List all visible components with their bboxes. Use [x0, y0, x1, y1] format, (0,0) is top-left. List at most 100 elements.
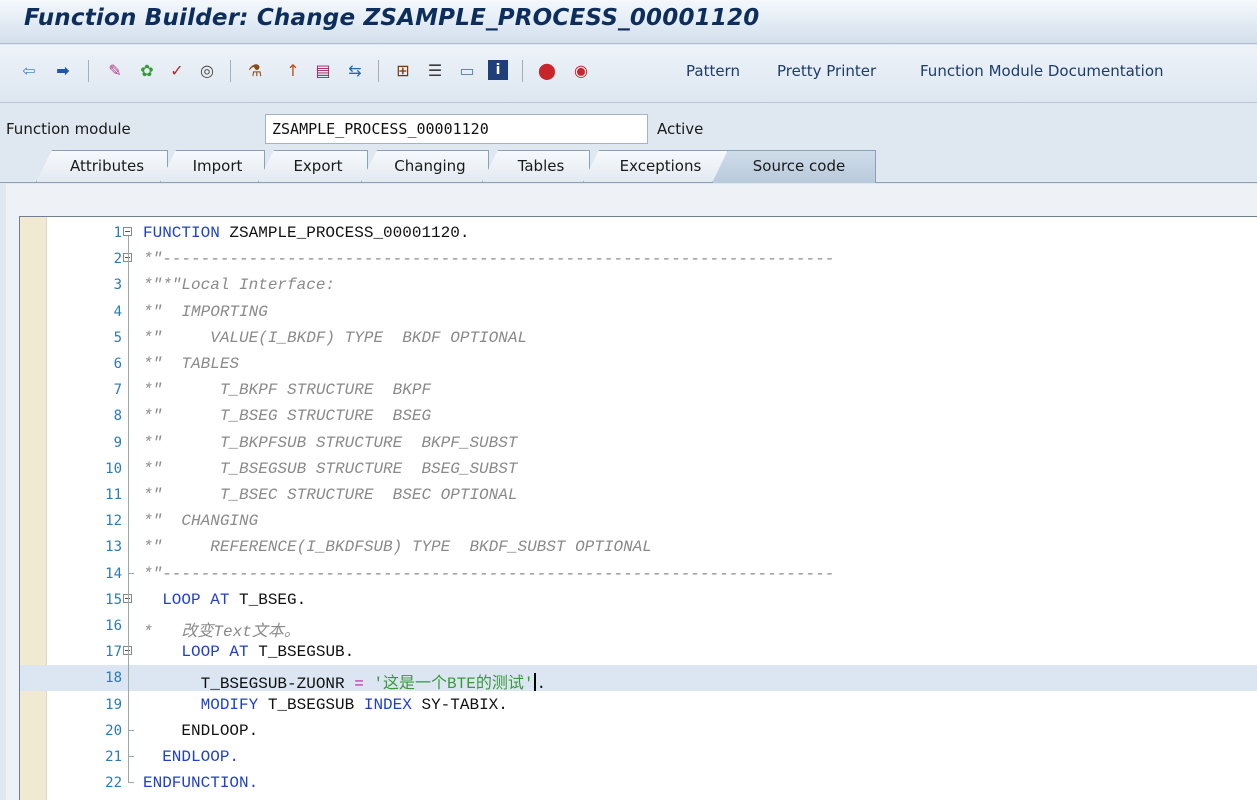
toolbar-separator — [88, 60, 89, 82]
fold-guide — [128, 729, 134, 731]
forward-arrow-icon[interactable]: ➡ — [52, 60, 74, 82]
external-breakpoint-icon[interactable]: ◉ — [570, 60, 592, 82]
code-token: *" REFERENCE(I_BKDFSUB) TYPE BKDF_SUBST … — [143, 538, 652, 557]
display-object-list-icon[interactable]: ▤ — [312, 60, 334, 82]
line-number: 4 — [113, 303, 122, 320]
code-token: ENDLOOP. — [143, 721, 259, 740]
check-icon[interactable]: ✓ — [166, 60, 188, 82]
pattern-button[interactable]: Pattern — [686, 62, 740, 80]
tab-exceptions[interactable]: Exceptions — [583, 150, 728, 182]
code-line[interactable]: 17 LOOP AT T_BSEGSUB. — [20, 639, 1257, 665]
line-number: 5 — [113, 329, 122, 346]
code-line[interactable]: 14 *"------------------------------------… — [20, 561, 1257, 587]
code-line[interactable]: 19 MODIFY T_BSEGSUB INDEX SY-TABIX. — [20, 692, 1257, 718]
code-line[interactable]: 20 ENDLOOP. — [20, 718, 1257, 744]
code-line[interactable]: 2 *"-------------------------------------… — [20, 246, 1257, 272]
code-line[interactable]: 6 *" TABLES — [20, 351, 1257, 377]
code-line[interactable]: 11 *" T_BSEC STRUCTURE BSEC OPTIONAL — [20, 482, 1257, 508]
code-token: *" IMPORTING — [143, 302, 268, 321]
pretty-printer-button[interactable]: Pretty Printer — [777, 62, 876, 80]
title-bar: Function Builder: Change ZSAMPLE_PROCESS… — [0, 0, 1257, 44]
code-line[interactable]: 10 *" T_BSEGSUB STRUCTURE BSEG_SUBST — [20, 456, 1257, 482]
fold-guide — [128, 572, 134, 574]
code-text: *" IMPORTING — [143, 303, 268, 321]
fold-toggle-icon[interactable] — [123, 227, 132, 236]
code-line[interactable]: 18 T_BSEGSUB-ZUONR = '这是一个BTE的测试'. — [20, 665, 1257, 693]
tab-tables[interactable]: Tables — [482, 150, 590, 182]
window-icon[interactable]: ▭ — [456, 60, 478, 82]
line-number: 15 — [105, 591, 122, 608]
where-used-icon[interactable]: ↑ — [282, 60, 304, 82]
fold-guide — [128, 655, 129, 730]
code-token: ENDFUNCTION. — [143, 774, 259, 793]
code-token: *"--------------------------------------… — [143, 564, 835, 583]
code-token: T_BSEGSUB. — [248, 643, 355, 662]
tab-source-code[interactable]: Source code — [712, 150, 876, 183]
toggle-display-change-icon[interactable]: ✎ — [104, 60, 126, 82]
toolbar-separator — [378, 60, 379, 82]
hierarchy-icon[interactable]: ⊞ — [392, 60, 414, 82]
function-module-documentation-button[interactable]: Function Module Documentation — [920, 62, 1164, 80]
code-token: *" T_BSEGSUB STRUCTURE BSEG_SUBST — [143, 459, 518, 478]
code-line[interactable]: 21 ENDLOOP. — [20, 744, 1257, 770]
stack-icon[interactable]: ☰ — [424, 60, 446, 82]
code-line[interactable]: 9 *" T_BKPFSUB STRUCTURE BKPF_SUBST — [20, 430, 1257, 456]
code-text: *"--------------------------------------… — [143, 565, 834, 583]
tab-changing[interactable]: Changing — [361, 150, 489, 182]
code-text: MODIFY T_BSEGSUB INDEX SY-TABIX. — [143, 696, 508, 714]
code-text: *"--------------------------------------… — [143, 250, 834, 268]
code-text: *" T_BSEGSUB STRUCTURE BSEG_SUBST — [143, 460, 517, 478]
code-text: ENDLOOP. — [143, 748, 239, 766]
code-line[interactable]: 4 *" IMPORTING — [20, 299, 1257, 325]
other-object-icon[interactable]: ✿ — [136, 60, 158, 82]
code-token: *" T_BSEC STRUCTURE BSEC OPTIONAL — [143, 486, 518, 504]
line-number: 1 — [113, 225, 122, 241]
function-module-field[interactable]: ZSAMPLE_PROCESS_00001120 — [265, 114, 648, 144]
code-line[interactable]: 3 *"*"Local Interface: — [20, 272, 1257, 298]
toolbar-separator — [522, 60, 523, 82]
line-number: 7 — [113, 382, 122, 399]
line-number: 13 — [105, 539, 122, 556]
window-title: Function Builder: Change ZSAMPLE_PROCESS… — [24, 5, 760, 31]
tab-export[interactable]: Export — [258, 150, 368, 182]
code-text: *" T_BSEG STRUCTURE BSEG — [143, 407, 431, 425]
code-token: *" T_BKPF STRUCTURE BKPF — [143, 381, 432, 400]
code-token: *"*"Local Interface: — [143, 276, 336, 295]
code-text: *" T_BKPF STRUCTURE BKPF — [143, 381, 431, 399]
code-line[interactable]: 13 *" REFERENCE(I_BKDFSUB) TYPE BKDF_SUBS… — [20, 534, 1257, 560]
code-token: ENDLOOP. — [162, 748, 240, 766]
tab-import[interactable]: Import — [160, 150, 265, 182]
toolbar-separator — [230, 60, 231, 82]
code-token: *" T_BKPFSUB STRUCTURE BKPF_SUBST — [143, 433, 518, 452]
code-line[interactable]: 16 * 改变Text文本。 — [20, 613, 1257, 641]
navigate-icon[interactable]: ⇆ — [344, 60, 366, 82]
code-token: T_BSEG. — [229, 590, 307, 609]
code-token: T_BSEGSUB — [258, 695, 364, 714]
code-text: FUNCTION ZSAMPLE_PROCESS_00001120. — [143, 224, 469, 242]
fold-guide — [128, 756, 134, 757]
test-icon[interactable]: ⚗ — [244, 60, 266, 82]
back-arrow-icon[interactable]: ⇦ — [18, 60, 40, 82]
breakpoint-icon[interactable]: ⬤ — [536, 60, 558, 82]
abap-source-editor[interactable]: 1 FUNCTION ZSAMPLE_PROCESS_00001120. 2 *"--… — [19, 216, 1257, 800]
tab-attributes[interactable]: Attributes — [36, 150, 168, 182]
code-line[interactable]: 15 LOOP AT T_BSEG. — [20, 587, 1257, 613]
line-number: 3 — [113, 277, 122, 294]
line-number: 6 — [113, 356, 122, 372]
code-line[interactable]: 5 *" VALUE(I_BKDF) TYPE BKDF OPTIONAL — [20, 325, 1257, 351]
code-line[interactable]: 7 *" T_BKPF STRUCTURE BKPF — [20, 377, 1257, 403]
code-line[interactable]: 22 ENDFUNCTION. — [20, 770, 1257, 796]
fold-guide — [128, 782, 134, 784]
code-token: *" TABLES — [143, 355, 240, 373]
activate-icon[interactable]: ◎ — [196, 60, 218, 82]
line-number: 10 — [105, 460, 122, 477]
code-line[interactable]: 8 *" T_BSEG STRUCTURE BSEG — [20, 403, 1257, 429]
info-icon[interactable]: i — [488, 60, 508, 80]
fold-guide — [128, 262, 129, 573]
code-token: *" CHANGING — [143, 512, 259, 531]
code-line[interactable]: 12 *" CHANGING — [20, 508, 1257, 534]
line-number: 17 — [105, 644, 122, 661]
code-line[interactable]: 1 FUNCTION ZSAMPLE_PROCESS_00001120. — [20, 220, 1257, 246]
